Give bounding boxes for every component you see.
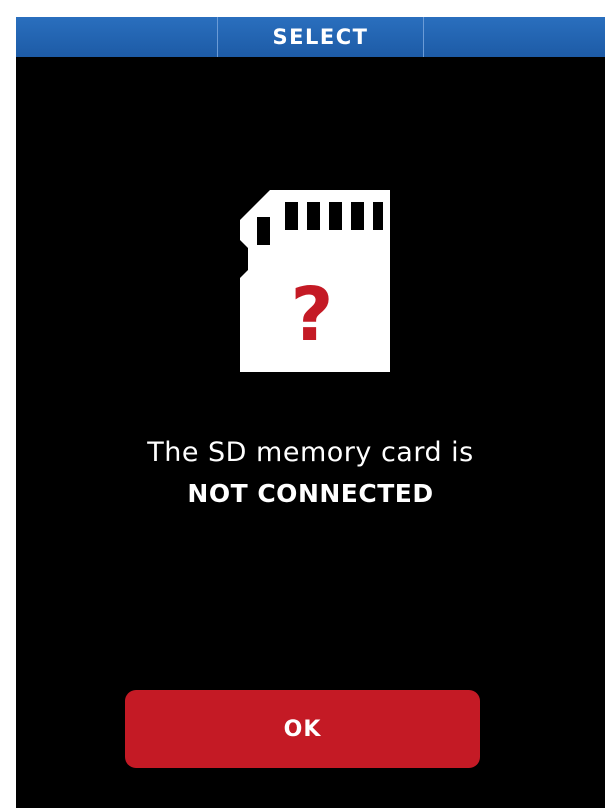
status-message-emphasis: NOT CONNECTED	[187, 479, 434, 508]
ok-button-label: OK	[283, 716, 322, 742]
top-bar-left-segment	[16, 17, 217, 57]
top-bar: SELECT	[16, 17, 605, 57]
sd-card-contact	[307, 202, 320, 230]
sd-card-contact	[351, 202, 364, 230]
sd-card-contact	[373, 202, 383, 230]
sd-card-contact	[257, 217, 270, 245]
ok-button[interactable]: OK	[125, 690, 480, 768]
question-mark: ?	[291, 272, 334, 358]
status-message: The SD memory card is	[147, 437, 474, 468]
select-tab[interactable]: SELECT	[217, 17, 424, 57]
top-bar-title: SELECT	[272, 25, 369, 49]
device-screen: SELECT ? The SD memory card is NOT CONNE…	[16, 17, 605, 808]
sd-card-question-icon: ?	[240, 190, 390, 372]
sd-card-contact	[329, 202, 342, 230]
sd-card-contact	[285, 202, 298, 230]
top-bar-right-segment	[424, 17, 605, 57]
